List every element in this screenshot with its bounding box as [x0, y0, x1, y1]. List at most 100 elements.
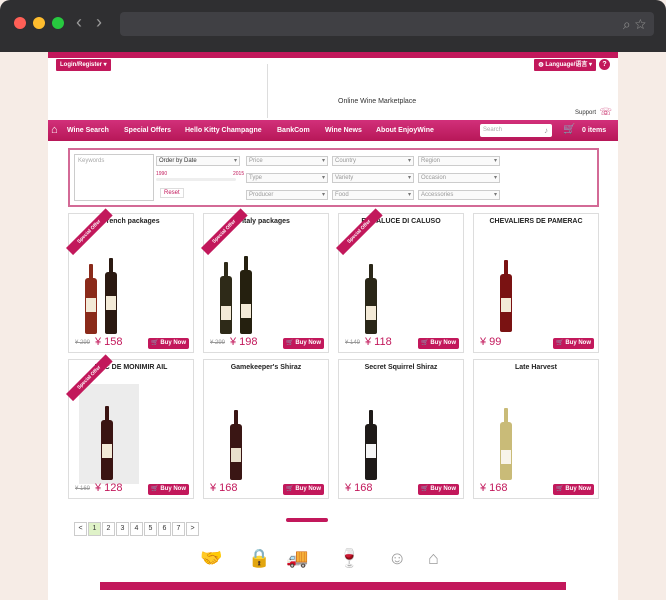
page-3-button[interactable]: 3 [116, 522, 129, 536]
region-dropdown[interactable]: Region [418, 156, 500, 166]
buy-now-button[interactable]: 🛒 Buy Now [283, 484, 324, 495]
cart-icon: 🛒 [286, 340, 296, 346]
old-price: ¥ 169 [75, 486, 91, 492]
page-5-button[interactable]: 5 [144, 522, 157, 536]
nav-wine-search[interactable]: Wine Search [67, 120, 109, 141]
wine-bottles-image [79, 238, 139, 338]
customer-service-icon: ☺ [388, 548, 407, 568]
food-dropdown[interactable]: Food [332, 190, 414, 200]
nav-bankcom[interactable]: BankCom [277, 120, 310, 141]
buy-now-label: Buy Now [295, 486, 321, 492]
buy-now-button[interactable]: 🛒 Buy Now [148, 338, 189, 349]
buy-now-button[interactable]: 🛒 Buy Now [553, 338, 594, 349]
buy-now-label: Buy Now [430, 486, 456, 492]
wine-bottle-image [79, 384, 139, 484]
wine-bottle-image [214, 384, 274, 484]
product-card[interactable]: DUC DE MONIMIR AIL Special Offer ¥ 169 ¥… [66, 354, 194, 499]
buy-now-button[interactable]: 🛒 Buy Now [148, 484, 189, 495]
nav-special-offers[interactable]: Special Offers [124, 120, 171, 141]
wine-bottle-image [484, 384, 544, 484]
product-card[interactable]: CHEVALIERS DE PAMERAC ¥ 99 🛒 Buy Now [473, 213, 599, 353]
cart-icon: 🛒 [421, 340, 431, 346]
nav-about[interactable]: About EnjoyWine [376, 120, 434, 141]
wine-bottles-image [214, 238, 274, 338]
site-tagline: Online Wine Marketplace [338, 98, 417, 105]
product-card[interactable]: Italy packages Special Offer ¥ 299 ¥ 198… [201, 208, 329, 353]
price: ¥ 99 [480, 336, 502, 348]
top-accent-band [48, 52, 618, 58]
buy-now-button[interactable]: 🛒 Buy Now [553, 484, 594, 495]
wine-bottle-image [484, 238, 544, 338]
address-bar[interactable]: ⌕ ☆ [120, 12, 654, 36]
buy-now-button[interactable]: 🛒 Buy Now [418, 338, 459, 349]
wine-bottle-image [349, 238, 409, 338]
price: ¥ 158 [95, 336, 123, 348]
wine-glass-icon: 🍷 [338, 548, 361, 568]
help-icon[interactable]: ? [599, 59, 610, 70]
page-1-button[interactable]: 1 [88, 522, 101, 536]
price-dropdown[interactable]: Price [246, 156, 328, 166]
nav-wine-news[interactable]: Wine News [325, 120, 362, 141]
reset-button[interactable]: Reset [160, 188, 184, 198]
variety-dropdown[interactable]: Variety [332, 173, 414, 183]
page-2-button[interactable]: 2 [102, 522, 115, 536]
producer-dropdown[interactable]: Producer [246, 190, 328, 200]
price: ¥ 168 [345, 482, 373, 494]
language-label: Language/语言 ▾ [545, 62, 592, 68]
language-button[interactable]: ◍ Language/语言 ▾ [534, 59, 596, 71]
footer-bar [100, 582, 566, 590]
cart-icon: 🛒 [151, 486, 161, 492]
close-window-button[interactable] [14, 17, 26, 29]
browser-chrome: ‹ › ⌕ ☆ [0, 0, 666, 52]
product-name: DUC DE MONIMIR AIL [94, 364, 168, 371]
old-price: ¥ 299 [75, 340, 91, 346]
page-4-button[interactable]: 4 [130, 522, 143, 536]
cart-count[interactable]: 0 items [582, 120, 606, 141]
price: ¥ 198 [230, 336, 258, 348]
microphone-icon[interactable]: ♪ [544, 124, 548, 137]
phone-icon[interactable]: ☏ [599, 107, 612, 118]
logo-area [48, 64, 268, 118]
home-icon[interactable]: ⌂ [51, 124, 58, 136]
product-card[interactable]: Late Harvest ¥ 168 🛒 Buy Now [473, 359, 599, 499]
buy-now-button[interactable]: 🛒 Buy Now [418, 484, 459, 495]
product-card[interactable]: Gamekeeper's Shiraz ¥ 168 🛒 Buy Now [203, 359, 329, 499]
truck-icon: 🚚 [286, 548, 309, 568]
product-card[interactable]: Secret Squirrel Shiraz ¥ 168 🛒 Buy Now [338, 359, 464, 499]
cart-icon: 🛒 [556, 486, 566, 492]
filter-panel: Keywords Order by Date 1990 2015 Reset P… [68, 148, 599, 207]
accessories-dropdown[interactable]: Accessories [418, 190, 500, 200]
buy-now-label: Buy Now [565, 486, 591, 492]
keywords-field[interactable]: Keywords [74, 154, 154, 201]
product-name: CHEVALIERS DE PAMERAC [489, 218, 583, 225]
product-name: Late Harvest [514, 364, 558, 371]
page-7-button[interactable]: 7 [172, 522, 185, 536]
product-name: French packages [102, 218, 160, 225]
cart-icon: 🛒 [556, 340, 566, 346]
old-price: ¥ 299 [210, 340, 226, 346]
nav-hello-kitty[interactable]: Hello Kitty Champagne [185, 120, 262, 141]
price: ¥ 118 [365, 336, 392, 348]
decorative-tab [286, 518, 328, 522]
next-page-button[interactable]: > [186, 522, 199, 536]
occasion-dropdown[interactable]: Occasion [418, 173, 500, 183]
price: ¥ 128 [95, 482, 123, 494]
year-slider[interactable] [156, 178, 236, 181]
page-6-button[interactable]: 6 [158, 522, 171, 536]
search-input[interactable]: Search ♪ [480, 124, 552, 137]
prev-page-button[interactable]: < [74, 522, 87, 536]
home-location-icon: ⌂ [428, 548, 439, 568]
minimize-window-button[interactable] [33, 17, 45, 29]
product-card[interactable]: ERBALUCE DI CALUSO Special Offer ¥ 149 ¥… [336, 208, 464, 353]
type-dropdown[interactable]: Type [246, 173, 328, 183]
back-arrow-icon[interactable]: ‹ [76, 12, 82, 32]
forward-arrow-icon[interactable]: › [96, 12, 102, 32]
product-card[interactable]: French packages Special Offer ¥ 299 ¥ 15… [66, 208, 194, 353]
buy-now-button[interactable]: 🛒 Buy Now [283, 338, 324, 349]
order-dropdown[interactable]: Order by Date [156, 156, 240, 166]
maximize-window-button[interactable] [52, 17, 64, 29]
old-price: ¥ 149 [345, 340, 361, 346]
product-name: ERBALUCE DI CALUSO [361, 218, 441, 225]
country-dropdown[interactable]: Country [332, 156, 414, 166]
cart-icon[interactable]: 🛒 [563, 124, 575, 135]
